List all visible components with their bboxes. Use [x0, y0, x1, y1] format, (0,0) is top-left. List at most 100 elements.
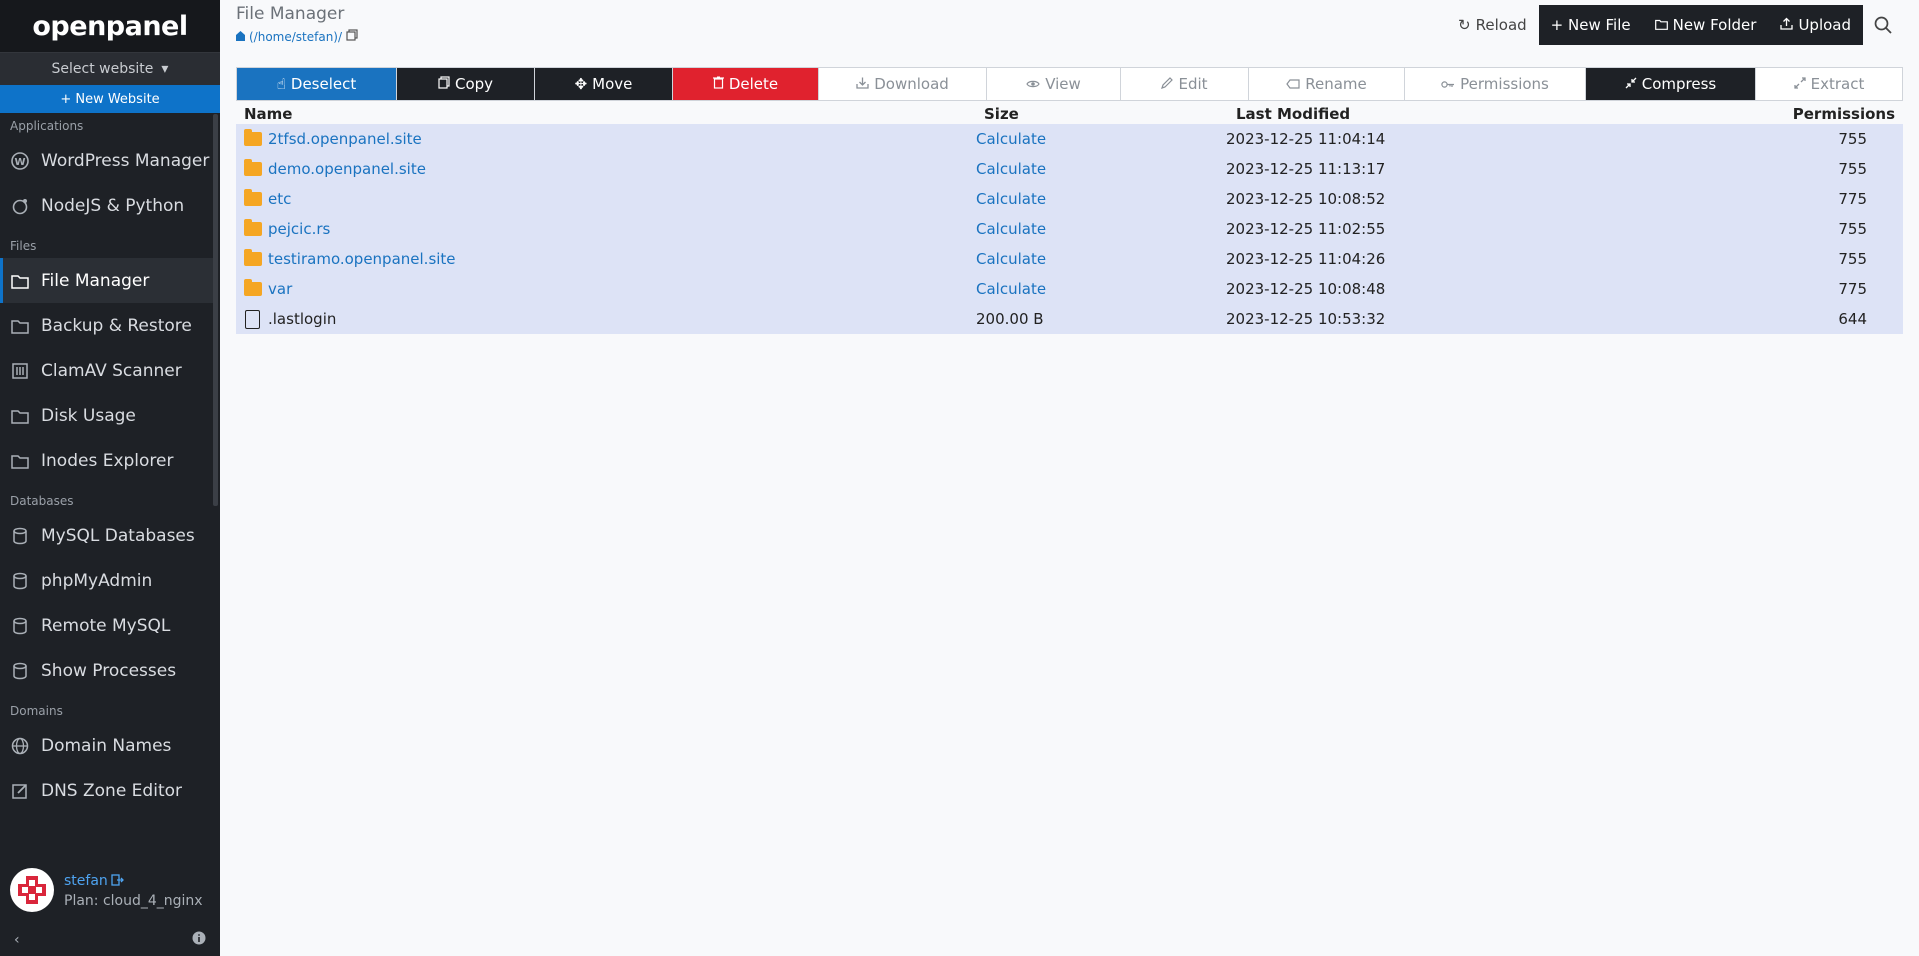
sidebar-item-inodes-explorer[interactable]: Inodes Explorer — [0, 438, 213, 483]
table-row[interactable]: .lastlogin 200.00 B 2023-12-25 10:53:32 … — [236, 304, 1903, 334]
file-name-link[interactable]: demo.openpanel.site — [268, 160, 426, 178]
node-icon — [10, 196, 29, 215]
info-icon[interactable] — [192, 931, 206, 949]
breadcrumb: (/home/stefan)/ — [236, 29, 358, 44]
permission-value: 755 — [1838, 160, 1867, 178]
table-row[interactable]: testiramo.openpanel.site Calculate 2023-… — [236, 244, 1903, 274]
file-name-link[interactable]: pejcic.rs — [268, 220, 330, 238]
calculate-size-link[interactable]: Calculate — [976, 220, 1226, 238]
file-icon — [245, 309, 260, 329]
sidebar-item-backup-restore[interactable]: Backup & Restore — [0, 303, 213, 348]
sidebar-item-file-manager[interactable]: File Manager — [0, 258, 213, 303]
download-button[interactable]: Download — [819, 68, 987, 100]
table-row[interactable]: pejcic.rs Calculate 2023-12-25 11:02:55 … — [236, 214, 1903, 244]
compress-label: Compress — [1641, 75, 1717, 93]
file-name-link[interactable]: 2tfsd.openpanel.site — [268, 130, 422, 148]
wordpress-icon: W — [10, 151, 29, 170]
column-header-size[interactable]: Size — [976, 105, 1226, 123]
sidebar-item-remote-mysql[interactable]: Remote MySQL — [0, 603, 213, 648]
reload-button[interactable]: ↻ Reload — [1446, 5, 1539, 45]
column-header-last-modified[interactable]: Last Modified — [1226, 105, 1626, 123]
permissions-button[interactable]: Permissions — [1405, 68, 1586, 100]
new-file-button[interactable]: + New File — [1539, 5, 1643, 45]
username-link[interactable]: stefan — [64, 873, 108, 889]
table-header: Name Size Last Modified Permissions — [236, 103, 1903, 124]
sidebar-item-nodejs-python[interactable]: NodeJS & Python — [0, 183, 213, 228]
move-button[interactable]: ✥ Move — [535, 68, 673, 100]
edit-button[interactable]: Edit — [1121, 68, 1249, 100]
modified-date: 2023-12-25 10:08:48 — [1226, 280, 1386, 298]
calculate-size-link[interactable]: Calculate — [976, 190, 1226, 208]
extract-button[interactable]: Extract — [1756, 68, 1902, 100]
compress-button[interactable]: Compress — [1586, 68, 1756, 100]
search-icon[interactable] — [1863, 5, 1903, 45]
sidebar-item-label: Inodes Explorer — [41, 450, 174, 471]
rename-label: Rename — [1305, 75, 1367, 93]
table-row[interactable]: 2tfsd.openpanel.site Calculate 2023-12-2… — [236, 124, 1903, 154]
sidebar-item-label: MySQL Databases — [41, 525, 195, 546]
eye-icon — [1026, 75, 1040, 93]
edit-icon — [10, 781, 29, 800]
sidebar-item-wordpress-manager[interactable]: W WordPress Manager — [0, 138, 213, 183]
pencil-icon — [1161, 75, 1174, 93]
new-folder-button[interactable]: New Folder — [1643, 5, 1769, 45]
file-name[interactable]: .lastlogin — [268, 310, 336, 328]
upload-icon — [1780, 16, 1794, 34]
column-header-name[interactable]: Name — [236, 105, 976, 123]
upload-button[interactable]: Upload — [1768, 5, 1863, 45]
delete-button[interactable]: Delete — [673, 68, 819, 100]
folder-icon — [244, 279, 262, 296]
sidebar-nav: Applications W WordPress Manager NodeJS … — [0, 114, 213, 813]
sidebar-item-dns-zone-editor[interactable]: DNS Zone Editor — [0, 768, 213, 813]
sidebar-item-domain-names[interactable]: Domain Names — [0, 723, 213, 768]
folder-plus-icon — [1654, 16, 1668, 34]
database-icon — [10, 571, 29, 590]
page-title: File Manager — [236, 4, 345, 24]
calculate-size-link[interactable]: Calculate — [976, 160, 1226, 178]
select-website-label: Select website — [51, 61, 154, 77]
sidebar-item-label: File Manager — [41, 270, 150, 291]
permission-value: 775 — [1838, 190, 1867, 208]
rename-button[interactable]: Rename — [1249, 68, 1405, 100]
column-header-permissions[interactable]: Permissions — [1626, 105, 1903, 123]
copy-label: Copy — [454, 75, 494, 93]
file-name-link[interactable]: testiramo.openpanel.site — [268, 250, 456, 268]
tag-icon — [1286, 75, 1300, 93]
file-table: Name Size Last Modified Permissions 2tfs… — [236, 103, 1903, 334]
sidebar-item-label: WordPress Manager — [41, 150, 210, 171]
folder-icon — [244, 249, 262, 266]
new-website-button[interactable]: + New Website — [0, 85, 220, 113]
copy-button[interactable]: Copy — [397, 68, 535, 100]
sidebar-item-clamav-scanner[interactable]: ClamAV Scanner — [0, 348, 213, 393]
calculate-size-link[interactable]: Calculate — [976, 280, 1226, 298]
inodes-icon — [10, 451, 29, 470]
sidebar-item-mysql-databases[interactable]: MySQL Databases — [0, 513, 213, 558]
deselect-button[interactable]: ☝ Deselect — [237, 68, 397, 100]
collapse-sidebar-icon[interactable]: ‹ — [14, 932, 20, 948]
sidebar-item-phpmyadmin[interactable]: phpMyAdmin — [0, 558, 213, 603]
calculate-size-link[interactable]: Calculate — [976, 250, 1226, 268]
table-row[interactable]: var Calculate 2023-12-25 10:08:48 775 — [236, 274, 1903, 304]
file-name-link[interactable]: var — [268, 280, 292, 298]
breadcrumb-path[interactable]: (/home/stefan)/ — [249, 30, 342, 44]
view-button[interactable]: View — [987, 68, 1121, 100]
sidebar-item-label: Remote MySQL — [41, 615, 171, 636]
file-name-link[interactable]: etc — [268, 190, 291, 208]
disk-icon — [10, 406, 29, 425]
folder-icon — [244, 129, 262, 146]
sidebar-scrollbar[interactable] — [213, 114, 218, 506]
user-plan: Plan: cloud_4_nginx — [64, 893, 203, 909]
table-row[interactable]: demo.openpanel.site Calculate 2023-12-25… — [236, 154, 1903, 184]
sidebar-item-disk-usage[interactable]: Disk Usage — [0, 393, 213, 438]
copy-path-icon[interactable] — [346, 29, 358, 44]
logout-icon[interactable] — [111, 871, 124, 890]
reload-icon: ↻ — [1458, 16, 1471, 34]
globe-icon — [10, 736, 29, 755]
modified-date: 2023-12-25 10:08:52 — [1226, 190, 1386, 208]
home-icon[interactable] — [236, 30, 245, 44]
nav-section-title: Applications — [10, 119, 84, 133]
table-row[interactable]: etc Calculate 2023-12-25 10:08:52 775 — [236, 184, 1903, 214]
calculate-size-link[interactable]: Calculate — [976, 130, 1226, 148]
sidebar-item-show-processes[interactable]: Show Processes — [0, 648, 213, 693]
select-website-dropdown[interactable]: Select website ▾ — [0, 52, 220, 85]
